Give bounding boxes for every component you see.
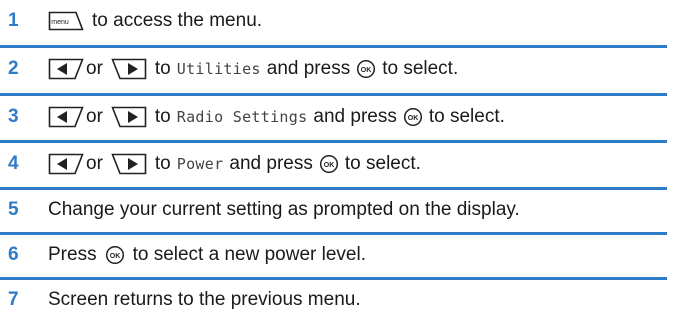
step-content: Screen returns to the previous menu. — [48, 289, 673, 311]
step-text: Screen returns to the previous menu. — [48, 289, 361, 310]
svg-text:OK: OK — [408, 115, 419, 122]
svg-text:OK: OK — [361, 67, 372, 74]
ok-key-icon: OK — [319, 154, 339, 174]
step-text: Press — [48, 244, 97, 265]
left-arrow-key-icon — [48, 153, 84, 175]
right-arrow-key-icon — [111, 106, 147, 128]
ok-key-icon: OK — [356, 59, 376, 79]
divider — [0, 140, 667, 143]
svg-text:OK: OK — [109, 253, 120, 260]
step-1: 1 menu to access the menu. — [0, 2, 673, 40]
step-text: and press — [266, 58, 351, 79]
or-word: or — [86, 58, 103, 79]
step-content: or to Power and press OK to select. — [48, 153, 673, 175]
step-content: Change your current setting as prompted … — [48, 199, 673, 221]
divider — [0, 93, 667, 96]
step-text-end: to select. — [382, 58, 459, 79]
step-text: Change your current setting as prompted … — [48, 199, 520, 220]
step-6: 6 Press OK to select a new power level. — [0, 236, 673, 274]
step-text: and press — [313, 106, 397, 127]
step-number: 5 — [8, 199, 19, 220]
step-2: 2 or to Utilities and press OK to select… — [0, 49, 673, 89]
menu-item-name: Utilities — [176, 60, 261, 78]
menu-item-name: Radio Settings — [176, 108, 308, 126]
step-text-end: to select. — [428, 106, 505, 127]
to-word: to — [154, 58, 171, 79]
step-text: to access the menu. — [92, 10, 263, 31]
left-arrow-key-icon — [48, 106, 84, 128]
ok-key-icon: OK — [105, 245, 125, 265]
to-word: to — [154, 106, 171, 127]
step-5: 5 Change your current setting as prompte… — [0, 191, 673, 229]
step-4: 4 or to Power and press OK to select. — [0, 144, 673, 184]
step-number: 7 — [8, 289, 19, 310]
ok-key-icon: OK — [403, 107, 423, 127]
step-number: 6 — [8, 244, 19, 265]
divider — [0, 277, 667, 280]
step-number: 2 — [8, 58, 19, 79]
divider — [0, 187, 667, 190]
menu-item-name: Power — [176, 155, 224, 173]
step-text: and press — [229, 153, 313, 174]
step-content: or to Radio Settings and press OK to sel… — [48, 106, 673, 128]
step-content: or to Utilities and press OK to select. — [48, 58, 673, 80]
procedure-steps: 1 menu to access the menu. 2 or to Utili… — [0, 0, 673, 322]
step-number: 3 — [8, 106, 19, 127]
menu-key-icon: menu — [48, 11, 84, 31]
svg-text:OK: OK — [324, 162, 335, 169]
left-arrow-key-icon — [48, 58, 84, 80]
step-content: menu to access the menu. — [48, 10, 673, 32]
divider — [0, 232, 667, 235]
to-word: to — [154, 153, 171, 174]
or-word: or — [86, 106, 103, 127]
step-7: 7 Screen returns to the previous menu. — [0, 281, 673, 319]
step-content: Press OK to select a new power level. — [48, 244, 673, 266]
right-arrow-key-icon — [111, 153, 147, 175]
svg-text:menu: menu — [51, 19, 69, 26]
divider — [0, 45, 667, 48]
or-word: or — [86, 153, 103, 174]
step-number: 4 — [8, 153, 19, 174]
step-text-end: to select. — [344, 153, 421, 174]
step-3: 3 or to Radio Settings and press OK to s… — [0, 97, 673, 137]
step-number: 1 — [8, 10, 19, 31]
right-arrow-key-icon — [111, 58, 147, 80]
step-text-end: to select a new power level. — [132, 244, 366, 265]
